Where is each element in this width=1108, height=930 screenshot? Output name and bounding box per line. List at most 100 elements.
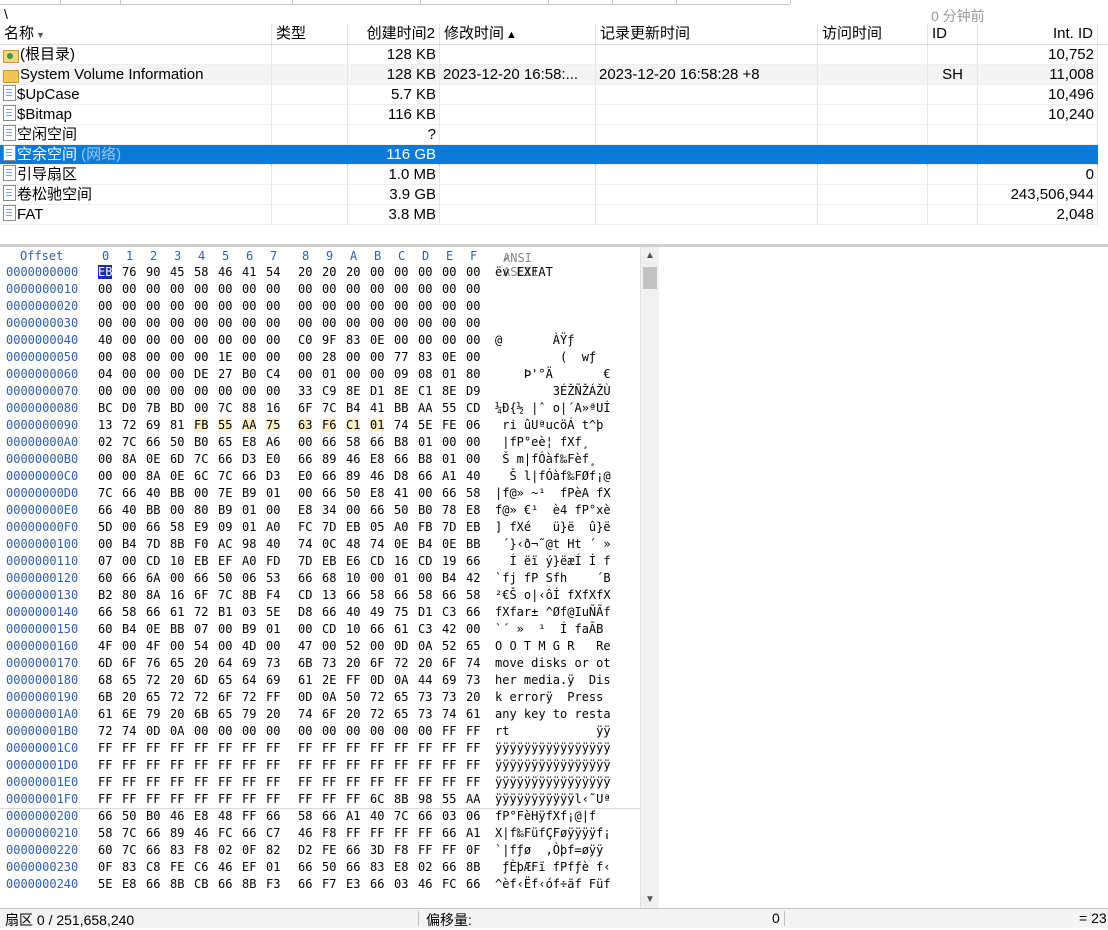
hex-byte[interactable]: 61 <box>170 605 184 619</box>
hex-row[interactable]: 0000000120 60 66 6A 00 66 50 06 53 66 68 10 00 01 00 B4… <box>0 571 640 588</box>
hex-byte[interactable]: EB <box>322 554 336 568</box>
hex-byte[interactable]: 00 <box>218 282 232 296</box>
hex-byte[interactable]: 40 <box>370 809 384 823</box>
hex-byte[interactable]: 76 <box>122 265 136 279</box>
hex-byte[interactable]: 66 <box>466 605 480 619</box>
hex-byte[interactable]: 8B <box>466 860 480 874</box>
hex-byte[interactable]: FC <box>442 877 456 891</box>
hex-byte[interactable]: 8B <box>242 588 256 602</box>
hex-byte[interactable]: 00 <box>98 350 112 364</box>
hex-byte[interactable]: E8 <box>370 486 384 500</box>
hex-byte[interactable]: 00 <box>122 554 136 568</box>
hex-byte[interactable]: 66 <box>322 486 336 500</box>
hex-byte[interactable]: 60 <box>98 571 112 585</box>
hex-byte[interactable]: 3D <box>370 843 384 857</box>
hex-byte[interactable]: 00 <box>298 622 312 636</box>
hex-byte[interactable]: 75 <box>266 418 281 432</box>
hex-byte[interactable]: 00 <box>370 299 384 313</box>
hex-byte[interactable]: FF <box>146 792 160 806</box>
hex-byte[interactable]: D8 <box>394 469 408 483</box>
hex-row[interactable]: 0000000060 04 00 00 00 DE 27 B0 C4 00 01 00 00 09 08 01… <box>0 367 640 384</box>
hex-byte[interactable]: 7C <box>218 588 232 602</box>
hex-byte[interactable]: C1 <box>346 418 361 432</box>
hex-byte[interactable]: 00 <box>418 316 432 330</box>
hex-byte[interactable]: 00 <box>98 299 112 313</box>
hex-byte[interactable]: 20 <box>346 265 360 279</box>
ascii-text[interactable]: move disks or ot <box>495 656 611 670</box>
hex-byte[interactable]: BB <box>146 503 160 517</box>
hex-byte[interactable]: 61 <box>298 673 312 687</box>
hex-row[interactable]: 0000000240 5E E8 66 8B CB 66 8B F3 66 F7 E3 66 03 46 FC… <box>0 877 640 894</box>
hex-byte[interactable]: 0D <box>146 724 160 738</box>
hex-row[interactable]: 0000000160 4F 00 4F 00 54 00 4D 00 47 00 52 00 0D 0A 52… <box>0 639 640 656</box>
hex-byte[interactable]: 00 <box>266 384 280 398</box>
hex-byte[interactable]: 74 <box>394 418 408 432</box>
hex-byte[interactable]: 8B <box>242 877 256 891</box>
hex-byte[interactable]: 00 <box>146 384 160 398</box>
hex-byte[interactable]: 00 <box>266 333 280 347</box>
hex-byte[interactable]: 00 <box>346 503 360 517</box>
hex-byte[interactable]: C1 <box>418 384 432 398</box>
hex-byte[interactable]: 01 <box>322 367 336 381</box>
hex-byte[interactable]: 6A <box>146 571 160 585</box>
hex-byte[interactable]: 01 <box>370 418 385 432</box>
hex-byte[interactable]: 50 <box>394 503 408 517</box>
hex-byte[interactable]: FF <box>98 741 112 755</box>
hex-byte[interactable]: FF <box>98 792 112 806</box>
hex-byte[interactable]: 00 <box>194 724 208 738</box>
file-list-row[interactable]: (根目录) 128 KB 10,752 <box>0 45 1098 65</box>
ascii-text[interactable]: ^èf‹Ëf‹óf÷ãf Füf <box>495 877 611 891</box>
hex-byte[interactable]: 0E <box>146 622 160 636</box>
hex-byte[interactable]: 66 <box>322 605 336 619</box>
hex-byte[interactable]: 79 <box>146 707 160 721</box>
hex-byte[interactable]: 00 <box>242 350 256 364</box>
hex-byte[interactable]: FF <box>98 758 112 772</box>
hex-byte[interactable]: 00 <box>298 486 312 500</box>
hex-byte[interactable]: 7D <box>442 520 456 534</box>
hex-byte[interactable]: 00 <box>466 265 480 279</box>
hex-byte[interactable]: 8E <box>394 384 408 398</box>
hex-byte[interactable]: FF <box>346 673 360 687</box>
hex-byte[interactable]: 61 <box>394 622 408 636</box>
hex-byte[interactable]: 4D <box>242 639 256 653</box>
hex-byte[interactable]: FB <box>418 520 432 534</box>
hex-byte[interactable]: E8 <box>298 503 312 517</box>
hex-byte[interactable]: 89 <box>170 826 184 840</box>
hex-byte[interactable]: 98 <box>242 537 256 551</box>
hex-byte[interactable]: FF <box>242 775 256 789</box>
hex-byte[interactable]: 48 <box>218 809 232 823</box>
hex-byte[interactable]: A0 <box>266 520 280 534</box>
hex-byte[interactable]: 47 <box>298 639 312 653</box>
file-list-row[interactable]: 空闲空间? <box>0 125 1098 145</box>
hex-byte[interactable]: 00 <box>218 384 232 398</box>
hex-byte[interactable]: 65 <box>466 639 480 653</box>
hex-byte[interactable]: 42 <box>442 622 456 636</box>
hex-byte[interactable]: 00 <box>394 282 408 296</box>
hex-row[interactable]: 0000000030 00 00 00 00 00 00 00 00 00 00 00 00 00 00 00… <box>0 316 640 333</box>
hex-byte[interactable]: BC <box>98 401 112 415</box>
hex-byte[interactable]: 00 <box>346 316 360 330</box>
hex-byte[interactable]: 00 <box>122 282 136 296</box>
hex-byte[interactable]: 73 <box>266 656 280 670</box>
hex-byte[interactable]: 72 <box>370 707 384 721</box>
hex-byte[interactable]: BB <box>170 622 184 636</box>
hex-byte[interactable]: 83 <box>370 860 384 874</box>
hex-byte[interactable]: 74 <box>466 656 480 670</box>
hex-byte[interactable]: 00 <box>418 265 432 279</box>
hex-byte[interactable]: FF <box>298 758 312 772</box>
hex-byte[interactable]: 7D <box>322 520 336 534</box>
hex-byte[interactable]: 00 <box>170 316 184 330</box>
column-header-created[interactable]: 创建时间2 <box>348 24 440 44</box>
hex-byte[interactable]: 66 <box>98 809 112 823</box>
hex-byte[interactable]: 66 <box>122 571 136 585</box>
hex-byte[interactable]: FF <box>194 775 208 789</box>
file-list-row[interactable]: 空余空间 (网络) 116 GB <box>0 145 1098 165</box>
hex-byte[interactable]: FF <box>194 741 208 755</box>
ascii-text[interactable]: ´}‹ð¬˜@t Ht ´ » <box>495 537 610 551</box>
hex-byte[interactable]: 20 <box>122 690 136 704</box>
hex-byte[interactable]: 34 <box>322 503 336 517</box>
hex-row[interactable]: 0000000020 00 00 00 00 00 00 00 00 00 00 00 00 00 00 00… <box>0 299 640 316</box>
hex-byte[interactable]: B4 <box>122 537 136 551</box>
hex-row[interactable]: 0000000050 00 08 00 00 00 1E 00 00 00 28 00 00 77 83 0E… <box>0 350 640 367</box>
hex-byte[interactable]: DE <box>194 367 208 381</box>
